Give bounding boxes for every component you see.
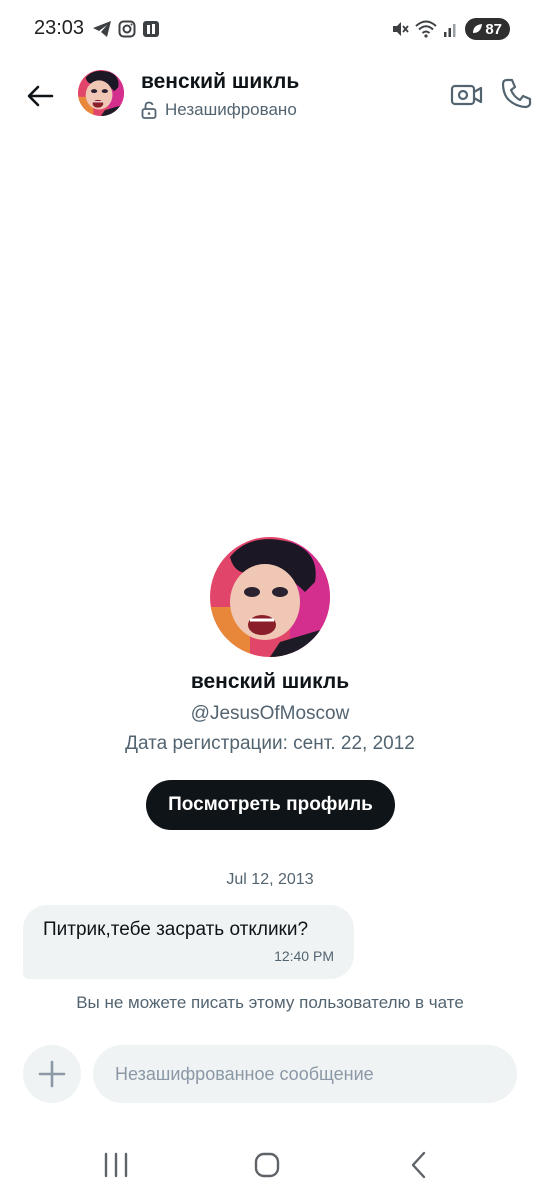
status-bar: 23:03 87 — [0, 0, 540, 58]
video-call-button[interactable] — [450, 78, 484, 112]
status-notification-icons — [92, 20, 160, 38]
nav-back-icon[interactable] — [406, 1150, 432, 1180]
recents-icon[interactable] — [100, 1152, 132, 1178]
message-input-container — [93, 1045, 517, 1103]
add-attachment-button[interactable] — [23, 1045, 81, 1103]
chat-header: венский шикль Незашифровано — [0, 60, 540, 130]
status-system-icons: 87 — [391, 18, 510, 40]
mute-icon — [393, 22, 410, 36]
message-time: 12:40 PM — [274, 948, 334, 964]
signal-icon — [444, 24, 456, 37]
video-camera-icon — [450, 84, 483, 106]
app-icon — [143, 21, 159, 37]
battery-level: 87 — [485, 20, 502, 38]
system-nav-bar — [0, 1140, 540, 1190]
cannot-message-notice: Вы не можете писать этому пользователю в… — [76, 993, 464, 1012]
date-separator: Jul 12, 2013 — [226, 871, 314, 888]
profile-name: венский шикль — [190, 670, 350, 693]
avatar-image — [210, 537, 330, 657]
message-text: Питрик,тебе засрать отклики? — [43, 919, 309, 940]
voice-call-button[interactable] — [500, 76, 534, 110]
message-bubble[interactable]: Питрик,тебе засрать отклики? 12:40 PM — [23, 905, 354, 979]
view-profile-button[interactable]: Посмотреть профиль — [146, 780, 395, 830]
arrow-left-icon — [27, 85, 54, 107]
instagram-icon — [118, 20, 136, 38]
message-input[interactable] — [93, 1045, 517, 1103]
home-icon[interactable] — [252, 1150, 282, 1180]
wifi-icon — [415, 20, 437, 38]
header-name: венский шикль — [141, 70, 300, 93]
battery-indicator: 87 — [465, 18, 510, 40]
profile-handle: @JesusOfMoscow — [190, 703, 350, 724]
telegram-icon — [93, 21, 111, 37]
avatar-image — [78, 70, 124, 116]
unlock-icon — [141, 101, 157, 119]
status-time: 23:03 — [34, 17, 85, 39]
profile-join-date: Дата регистрации: сент. 22, 2012 — [125, 733, 415, 754]
header-avatar[interactable] — [78, 70, 124, 116]
battery-saver-icon — [473, 24, 483, 33]
profile-avatar[interactable] — [210, 537, 330, 657]
encryption-status: Незашифровано — [141, 100, 297, 120]
plus-icon — [38, 1060, 66, 1088]
encryption-status-label: Незашифровано — [165, 100, 297, 119]
phone-icon — [501, 78, 532, 109]
back-button[interactable] — [22, 78, 58, 114]
